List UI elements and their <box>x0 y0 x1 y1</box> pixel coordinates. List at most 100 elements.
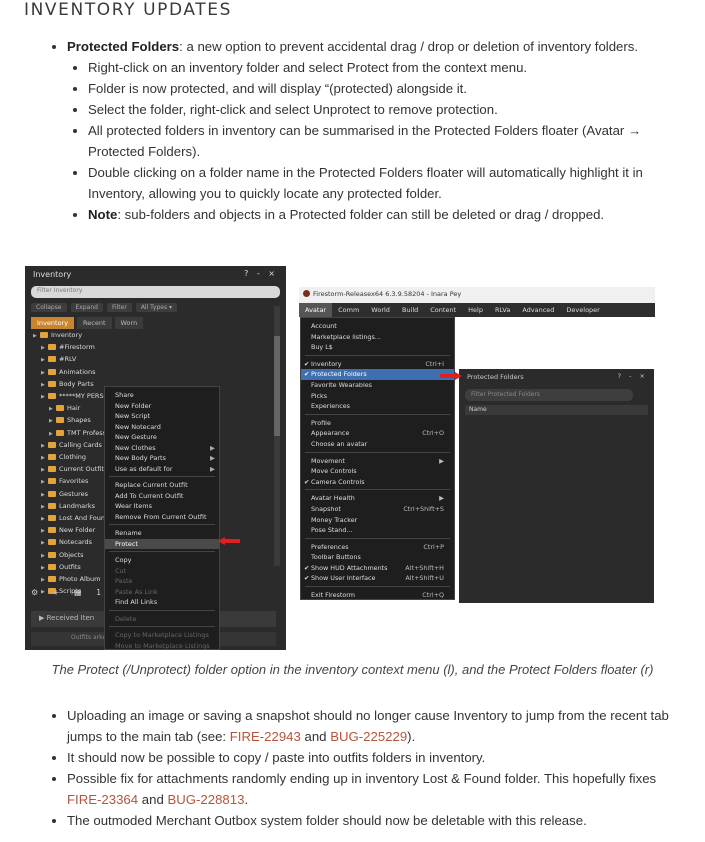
avatar-menu-item: ✔ Show HUD Attachments Alt+Shift+H <box>301 563 454 574</box>
menu-item-label: Wear Items <box>115 502 152 510</box>
fire-22943-link[interactable]: FIRE-22943 <box>230 729 301 744</box>
avatar-menu-item: Choose an avatar <box>301 439 454 450</box>
floater-column-header: Name <box>465 405 648 415</box>
floater-filter-input: Filter Protected Folders <box>465 389 633 401</box>
menu-item-label: Replace Current Outfit <box>115 481 188 489</box>
menu-item-label: Show HUD Attachments <box>311 563 388 572</box>
tree-item: ▶ Animations <box>33 367 273 379</box>
folder-icon <box>48 563 56 570</box>
menu-item-label: Delete <box>115 614 137 623</box>
tree-item-label: Favorites <box>59 477 89 486</box>
avatar-menu: Account Marketplace listings... Buy L$ ✔ Inv… <box>300 317 455 600</box>
context-menu-item: Remove From Current Outfit <box>105 512 219 523</box>
context-menu-item: Find All Links <box>105 597 219 608</box>
context-menu-item: Cut <box>105 566 219 577</box>
tree-item-label: Notecards <box>59 538 93 547</box>
menu-shortcut: ▶ <box>439 494 444 503</box>
folder-icon <box>48 344 56 351</box>
item-text: Possible fix for attachments randomly en… <box>67 771 657 786</box>
expand-arrow-icon: ▶ <box>41 455 45 462</box>
context-menu-item: Use as default for ▶ <box>105 464 219 475</box>
menu-item-label: Move to Marketplace Listings <box>115 641 210 650</box>
menu-item-label: Toolbar Buttons <box>311 553 361 562</box>
folder-icon <box>48 441 56 448</box>
menu-shortcut: Ctrl+Q <box>422 591 444 600</box>
menu-item-label: Share <box>115 391 134 399</box>
menu-item-label: Show User Interface <box>311 574 376 583</box>
menu-item-label: Rename <box>115 529 142 537</box>
tree-item-label: Calling Cards <box>59 440 102 449</box>
expand-arrow-icon: ▶ <box>49 418 53 425</box>
folder-icon <box>48 454 56 461</box>
folder-icon <box>40 332 48 338</box>
list-item: The outmoded Merchant Outbox system fold… <box>67 810 686 831</box>
expand-arrow-icon: ▶ <box>41 345 45 352</box>
tree-item-label: Lost And Foun <box>59 514 105 523</box>
scrollbar <box>274 306 280 566</box>
context-menu-item: Wear Items <box>105 501 219 512</box>
avatar-menu-item: ✔ Inventory Ctrl+I <box>301 359 454 370</box>
protected-folders-title: Protected Folders <box>67 39 180 54</box>
expand-arrow-icon: ▶ <box>49 406 53 413</box>
avatar-menu-item: ✔ Show User Interface Alt+Shift+U <box>301 573 454 584</box>
fire-23364-link[interactable]: FIRE-23364 <box>67 792 138 807</box>
expand-arrow-icon: ▶ <box>33 333 37 339</box>
menubar-item: Advanced <box>522 306 555 314</box>
expand-arrow-icon: ▶ <box>41 479 45 486</box>
firestorm-menubar: Avatar Comm World Build Content Help RLVa Advan… <box>299 303 655 317</box>
folder-icon <box>56 417 64 424</box>
list-item: All protected folders in inventory can b… <box>88 120 686 162</box>
folder-icon <box>48 539 56 546</box>
menu-item-label: Cut <box>115 566 127 575</box>
folder-icon <box>48 356 56 363</box>
menu-item-label: New Gesture <box>115 433 157 441</box>
tree-item-label: Body Parts <box>59 379 94 388</box>
expand-arrow-icon: ▶ <box>41 503 45 510</box>
avatar-menu-item: Preferences Ctrl+P <box>301 542 454 553</box>
check-icon: ✔ <box>304 574 310 583</box>
context-menu-item: New Clothes ▶ <box>105 443 219 454</box>
folder-icon <box>48 380 56 387</box>
folder-icon <box>48 551 56 558</box>
avatar-menu-item: Snapshot Ctrl+Shift+S <box>301 504 454 515</box>
menubar-item: Content <box>430 306 457 314</box>
tree-item: ▶ #RLV <box>33 354 273 366</box>
list-item: Uploading an image or saving a snapshot … <box>67 705 686 747</box>
protected-folders-floater: Protected Folders ? - × Filter Protected… <box>459 369 654 603</box>
avatar-menu-item: Favorite Wearables <box>301 380 454 391</box>
folder-icon <box>48 502 56 509</box>
tree-item-label: TMT Professi <box>67 428 108 437</box>
list-item: Right-click on an inventory folder and s… <box>88 57 686 78</box>
context-menu-item: Copy to Marketplace Listings <box>105 630 219 641</box>
tree-item-label: Animations <box>59 367 96 376</box>
expand-arrow-icon: ▶ <box>41 528 45 535</box>
inventory-tabs: Inventory Recent Worn <box>25 315 286 331</box>
menu-item-label: Marketplace listings... <box>311 332 381 341</box>
context-menu-item: Share <box>105 390 219 401</box>
context-menu-item: Paste As Link <box>105 587 219 598</box>
tree-item-label: Objects <box>59 550 84 559</box>
bug-225229-link[interactable]: BUG-225229 <box>330 729 407 744</box>
menu-item-label: Exit Firestorm <box>311 591 356 600</box>
menu-item-label: Snapshot <box>311 504 341 513</box>
submenu-arrow-icon: ▶ <box>210 464 215 473</box>
tree-item-label: Gestures <box>59 489 89 498</box>
menu-item-label: Copy to Marketplace Listings <box>115 631 209 639</box>
context-menu-item: New Body Parts ▶ <box>105 453 219 464</box>
window-controls: ? - × <box>244 269 278 278</box>
item-text: and <box>138 792 168 807</box>
menu-item-label: Preferences <box>311 542 349 551</box>
note-label: Note <box>88 207 118 222</box>
expand-arrow-icon: ▶ <box>41 516 45 523</box>
menu-item-label: Copy <box>115 556 132 564</box>
context-menu-item: New Folder <box>105 401 219 412</box>
menu-item-label: New Folder <box>115 401 152 410</box>
changes-list: Uploading an image or saving a snapshot … <box>46 705 686 831</box>
context-menu-item: New Gesture <box>105 432 219 443</box>
check-icon: ✔ <box>304 477 310 486</box>
tab-worn: Worn <box>114 317 144 329</box>
bug-228813-link[interactable]: BUG-228813 <box>167 792 244 807</box>
menu-shortcut: Ctrl+I <box>425 359 444 368</box>
menu-item-label: Avatar Health <box>311 494 355 503</box>
expand-arrow-icon: ▶ <box>41 564 45 571</box>
